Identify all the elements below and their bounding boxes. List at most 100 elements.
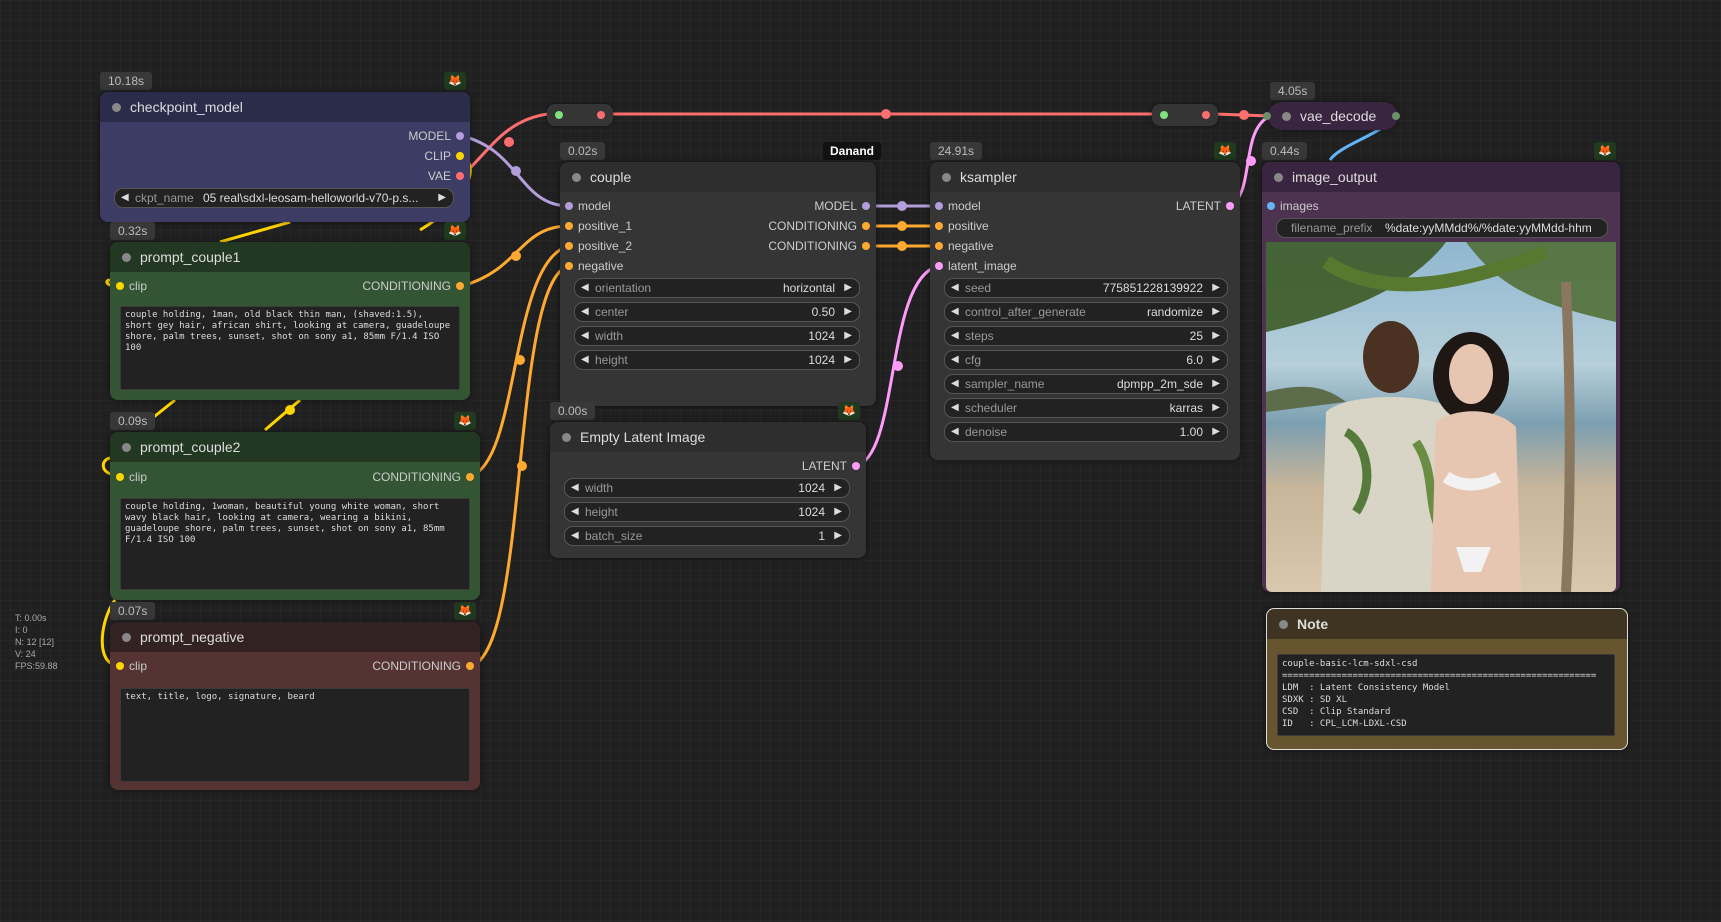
collapse-dot[interactable] [122, 253, 131, 262]
input-slot-images[interactable]: images [1267, 198, 1319, 214]
input-slot-negative[interactable]: negative [565, 258, 623, 274]
decrement-arrow-icon[interactable]: ◀ [581, 303, 589, 321]
height-number[interactable]: ◀ height 1024 ▶ [574, 350, 860, 370]
reroute-node-2[interactable] [1152, 104, 1218, 126]
reroute-input-dot[interactable] [555, 111, 563, 119]
slot-dot[interactable] [116, 282, 124, 290]
increment-arrow-icon[interactable]: ▶ [844, 279, 852, 297]
node-title-bar[interactable]: prompt_negative [110, 622, 480, 652]
input-slot-model[interactable]: model [565, 198, 611, 214]
width-number[interactable]: ◀ width 1024 ▶ [574, 326, 860, 346]
decrement-arrow-icon[interactable]: ◀ [951, 399, 959, 417]
increment-arrow-icon[interactable]: ▶ [834, 503, 842, 521]
slot-dot[interactable] [565, 202, 573, 210]
output-slot-conditioning[interactable]: CONDITIONING [372, 658, 474, 674]
node-prompt-couple2[interactable]: prompt_couple2 clip CONDITIONING couple … [110, 432, 480, 600]
increment-arrow-icon[interactable]: ▶ [834, 479, 842, 497]
slot-dot[interactable] [935, 242, 943, 250]
reroute-node-1[interactable] [547, 104, 613, 126]
node-empty-latent-image[interactable]: Empty Latent Image LATENT ◀ width 1024 ▶ ◀ h… [550, 422, 866, 558]
slot-dot[interactable] [565, 222, 573, 230]
reroute-output-dot[interactable] [597, 111, 605, 119]
collapse-dot[interactable] [572, 173, 581, 182]
output-slot-model[interactable]: MODEL [814, 198, 870, 214]
increment-arrow-icon[interactable]: ▶ [1212, 423, 1220, 441]
node-ksampler[interactable]: ksampler model positive negative latent_… [930, 162, 1240, 460]
slot-dot[interactable] [862, 202, 870, 210]
slot-dot[interactable] [935, 222, 943, 230]
node-prompt-negative[interactable]: prompt_negative clip CONDITIONING text, … [110, 622, 480, 790]
collapse-dot[interactable] [942, 173, 951, 182]
reroute-input-dot[interactable] [1160, 111, 1168, 119]
node-prompt-couple1[interactable]: prompt_couple1 clip CONDITIONING couple … [110, 242, 470, 400]
sampler-name-combo[interactable]: ◀ sampler_name dpmpp_2m_sde ▶ [944, 374, 1228, 394]
slot-dot[interactable] [852, 462, 860, 470]
output-slot-dot[interactable] [1392, 112, 1400, 120]
increment-arrow-icon[interactable]: ▶ [844, 351, 852, 369]
node-image-output[interactable]: image_output images filename_prefix %dat… [1262, 162, 1620, 592]
increment-arrow-icon[interactable]: ▶ [1212, 399, 1220, 417]
note-textarea[interactable]: couple-basic-lcm-sdxl-csd ==============… [1277, 654, 1615, 736]
prompt-textarea[interactable]: couple holding, 1man, old black thin man… [120, 306, 460, 390]
output-slot-conditioning[interactable]: CONDITIONING [362, 278, 464, 294]
control-after-generate-combo[interactable]: ◀ control_after_generate randomize ▶ [944, 302, 1228, 322]
slot-dot[interactable] [565, 242, 573, 250]
decrement-arrow-icon[interactable]: ◀ [121, 189, 129, 207]
node-couple[interactable]: couple model positive_1 positive_2 negat… [560, 162, 876, 406]
seed-number[interactable]: ◀ seed 775851228139922 ▶ [944, 278, 1228, 298]
slot-dot[interactable] [565, 262, 573, 270]
steps-number[interactable]: ◀ steps 25 ▶ [944, 326, 1228, 346]
width-number[interactable]: ◀ width 1024 ▶ [564, 478, 850, 498]
node-title-bar[interactable]: Empty Latent Image [550, 422, 866, 452]
slot-dot[interactable] [456, 172, 464, 180]
node-title-bar[interactable]: prompt_couple2 [110, 432, 480, 462]
collapse-dot[interactable] [1279, 620, 1288, 629]
output-slot-latent[interactable]: LATENT [802, 458, 860, 474]
decrement-arrow-icon[interactable]: ◀ [571, 479, 579, 497]
slot-dot[interactable] [466, 662, 474, 670]
output-slot-vae[interactable]: VAE [428, 168, 464, 184]
input-slot-clip[interactable]: clip [116, 278, 147, 294]
input-slot-latent-image[interactable]: latent_image [935, 258, 1017, 274]
increment-arrow-icon[interactable]: ▶ [1212, 303, 1220, 321]
output-slot-conditioning-1[interactable]: CONDITIONING [768, 218, 870, 234]
height-number[interactable]: ◀ height 1024 ▶ [564, 502, 850, 522]
decrement-arrow-icon[interactable]: ◀ [951, 375, 959, 393]
node-title-bar[interactable]: couple [560, 162, 876, 192]
decrement-arrow-icon[interactable]: ◀ [951, 303, 959, 321]
decrement-arrow-icon[interactable]: ◀ [571, 503, 579, 521]
collapse-dot[interactable] [112, 103, 121, 112]
node-note[interactable]: Note couple-basic-lcm-sdxl-csd =========… [1266, 608, 1628, 750]
collapse-dot[interactable] [122, 633, 131, 642]
prompt-textarea[interactable]: couple holding, 1woman, beautiful young … [120, 498, 470, 590]
decrement-arrow-icon[interactable]: ◀ [951, 351, 959, 369]
ckpt-name-combo[interactable]: ◀ ckpt_name 05 real\sdxl-leosam-hellowor… [114, 188, 454, 208]
increment-arrow-icon[interactable]: ▶ [1212, 279, 1220, 297]
output-slot-conditioning[interactable]: CONDITIONING [372, 469, 474, 485]
collapse-dot[interactable] [1282, 112, 1291, 121]
input-slot-positive-2[interactable]: positive_2 [565, 238, 632, 254]
node-checkpoint-model[interactable]: checkpoint_model MODEL CLIP VAE ◀ ckpt_n… [100, 92, 470, 222]
generated-image-preview[interactable] [1266, 242, 1616, 592]
slot-dot[interactable] [1267, 202, 1275, 210]
batch-size-number[interactable]: ◀ batch_size 1 ▶ [564, 526, 850, 546]
cfg-number[interactable]: ◀ cfg 6.0 ▶ [944, 350, 1228, 370]
orientation-combo[interactable]: ◀ orientation horizontal ▶ [574, 278, 860, 298]
output-slot-clip[interactable]: CLIP [424, 148, 464, 164]
slot-dot[interactable] [935, 202, 943, 210]
increment-arrow-icon[interactable]: ▶ [438, 189, 446, 207]
collapse-dot[interactable] [122, 443, 131, 452]
slot-dot[interactable] [862, 222, 870, 230]
input-slot-positive-1[interactable]: positive_1 [565, 218, 632, 234]
increment-arrow-icon[interactable]: ▶ [834, 527, 842, 545]
decrement-arrow-icon[interactable]: ◀ [581, 279, 589, 297]
scheduler-combo[interactable]: ◀ scheduler karras ▶ [944, 398, 1228, 418]
slot-dot[interactable] [935, 262, 943, 270]
input-slot-dot[interactable] [1263, 112, 1271, 120]
filename-prefix-input[interactable]: filename_prefix %date:yyMMdd%/%date:yyMM… [1276, 218, 1608, 238]
input-slot-negative[interactable]: negative [935, 238, 993, 254]
output-slot-latent[interactable]: LATENT [1176, 198, 1234, 214]
decrement-arrow-icon[interactable]: ◀ [581, 351, 589, 369]
decrement-arrow-icon[interactable]: ◀ [951, 327, 959, 345]
increment-arrow-icon[interactable]: ▶ [1212, 327, 1220, 345]
